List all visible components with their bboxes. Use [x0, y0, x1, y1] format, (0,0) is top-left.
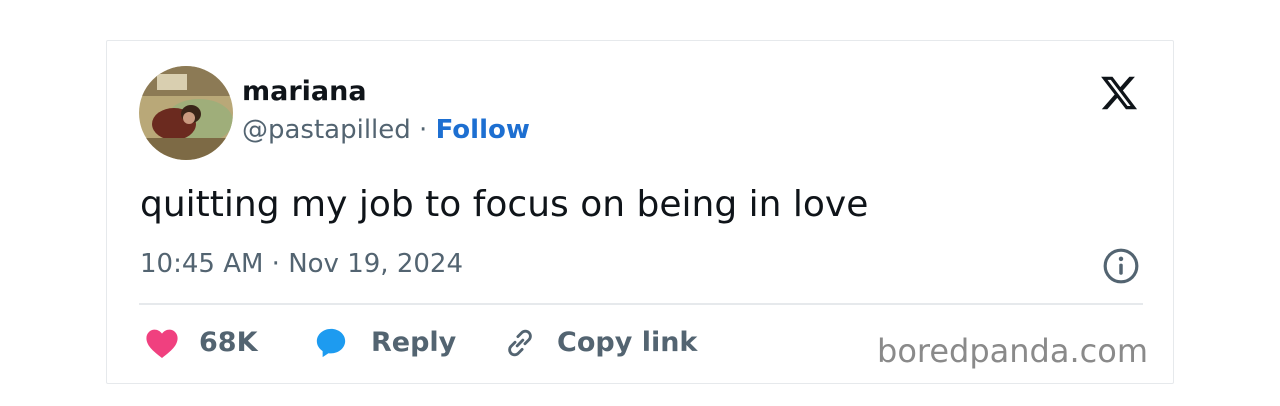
info-icon[interactable]: [1102, 247, 1140, 285]
watermark: boredpanda.com: [877, 332, 1148, 370]
author-handle[interactable]: @pastapilled: [242, 115, 411, 145]
like-count: 68K: [199, 327, 258, 358]
heart-icon: [146, 329, 178, 359]
author-name[interactable]: mariana: [242, 75, 367, 109]
tweet-card: mariana @pastapilled · Follow quitting m…: [106, 40, 1174, 384]
tweet-text: quitting my job to focus on being in lov…: [140, 184, 869, 225]
like-button[interactable]: 68K: [145, 323, 258, 363]
link-icon: [508, 329, 532, 357]
handle-separator: ·: [410, 115, 436, 145]
reply-button[interactable]: Reply: [313, 323, 456, 363]
copy-link-label: Copy link: [557, 327, 698, 358]
avatar-image: [139, 66, 233, 160]
x-logo-icon[interactable]: [1097, 73, 1141, 113]
follow-link[interactable]: Follow: [436, 115, 530, 145]
speech-bubble-icon: [316, 328, 346, 358]
avatar[interactable]: [139, 66, 233, 160]
reply-label: Reply: [371, 327, 457, 358]
copy-link-button[interactable]: Copy link: [503, 323, 697, 363]
tweet-timestamp[interactable]: 10:45 AM · Nov 19, 2024: [140, 247, 463, 281]
handle-row: @pastapilled · Follow: [242, 113, 530, 147]
divider: [139, 303, 1143, 305]
